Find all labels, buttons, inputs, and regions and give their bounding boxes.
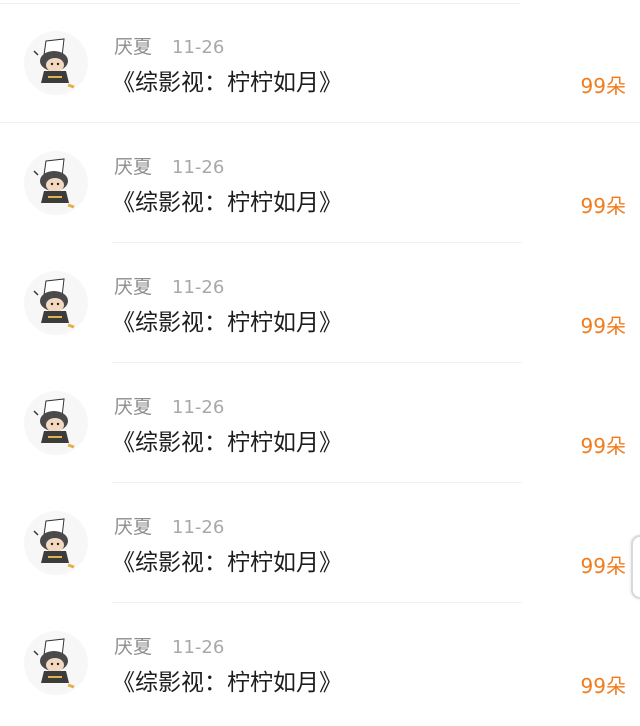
- flower-count: 99朵: [580, 194, 626, 218]
- flower-count: 99朵: [580, 674, 626, 698]
- gift-record-list: 厌夏 11-26 《综影视：柠柠如月》 99朵 厌夏 11-26 《综影视：柠柠…: [0, 0, 640, 726]
- list-item[interactable]: 厌夏 11-26 《综影视：柠柠如月》 99朵: [0, 603, 640, 723]
- list-item[interactable]: 厌夏 11-26 《综影视：柠柠如月》 99朵: [0, 243, 640, 363]
- chibi-character-avatar-icon: [33, 278, 75, 329]
- username: 厌夏: [114, 396, 153, 418]
- avatar[interactable]: [24, 151, 88, 215]
- book-title[interactable]: 《综影视：柠柠如月》: [112, 667, 342, 699]
- date: 11-26: [172, 397, 225, 418]
- avatar[interactable]: [24, 631, 88, 695]
- username: 厌夏: [114, 516, 153, 538]
- scroll-handle[interactable]: [631, 535, 640, 599]
- username: 厌夏: [114, 636, 153, 658]
- avatar[interactable]: [24, 271, 88, 335]
- flower-count: 99朵: [580, 74, 626, 98]
- username: 厌夏: [114, 276, 153, 298]
- flower-count: 99朵: [580, 554, 626, 578]
- book-title[interactable]: 《综影视：柠柠如月》: [112, 187, 342, 219]
- avatar[interactable]: [24, 511, 88, 575]
- list-item[interactable]: 厌夏 11-26 《综影视：柠柠如月》 99朵: [0, 3, 640, 123]
- avatar[interactable]: [24, 31, 88, 95]
- flower-count: 99朵: [580, 434, 626, 458]
- list-item[interactable]: 厌夏 11-26 《综影视：柠柠如月》 99朵: [0, 363, 640, 483]
- list-item[interactable]: 厌夏 11-26 《综影视：柠柠如月》 99朵: [0, 483, 640, 603]
- date: 11-26: [172, 37, 225, 58]
- book-title[interactable]: 《综影视：柠柠如月》: [112, 427, 342, 459]
- list-item[interactable]: 厌夏 11-26 《综影视：柠柠如月》 99朵: [0, 123, 640, 243]
- date: 11-26: [172, 157, 225, 178]
- book-title[interactable]: 《综影视：柠柠如月》: [112, 547, 342, 579]
- book-title[interactable]: 《综影视：柠柠如月》: [112, 67, 342, 99]
- chibi-character-avatar-icon: [33, 518, 75, 569]
- chibi-character-avatar-icon: [33, 638, 75, 689]
- flower-count: 99朵: [580, 314, 626, 338]
- avatar[interactable]: [24, 391, 88, 455]
- chibi-character-avatar-icon: [33, 38, 75, 89]
- chibi-character-avatar-icon: [33, 398, 75, 449]
- username: 厌夏: [114, 156, 153, 178]
- date: 11-26: [172, 517, 225, 538]
- date: 11-26: [172, 277, 225, 298]
- username: 厌夏: [114, 36, 153, 58]
- date: 11-26: [172, 637, 225, 658]
- chibi-character-avatar-icon: [33, 158, 75, 209]
- book-title[interactable]: 《综影视：柠柠如月》: [112, 307, 342, 339]
